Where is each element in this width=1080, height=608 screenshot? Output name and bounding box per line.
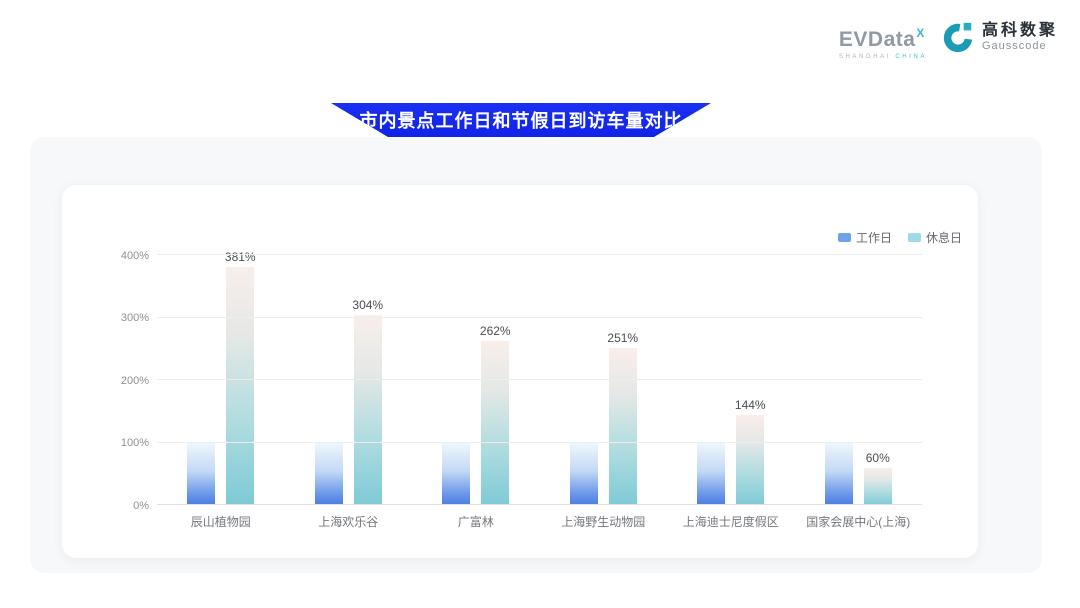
category-label: 辰山植物园 — [157, 513, 285, 530]
workday-bar-1[interactable] — [315, 443, 343, 506]
holiday-bar-3[interactable]: 251% — [609, 348, 637, 505]
legend-label-workday: 工作日 — [856, 229, 892, 246]
bar-group: 251% — [540, 255, 668, 505]
evdata-superscript: X — [916, 26, 924, 40]
workday-bar-0[interactable] — [187, 443, 215, 506]
bar-group: 304% — [285, 255, 413, 505]
holiday-bar-5[interactable]: 60% — [864, 468, 892, 506]
evdata-subtext: SHANGHAI CHINA — [839, 54, 927, 60]
workday-bar-5[interactable] — [825, 443, 853, 506]
y-tick-label: 300% — [121, 312, 149, 324]
bar-group: 144% — [667, 255, 795, 505]
holiday-bar-1[interactable]: 304% — [354, 315, 382, 505]
bar-value-label: 262% — [480, 324, 511, 338]
workday-bar-2[interactable] — [442, 443, 470, 506]
evdata-wordmark: EVData — [839, 28, 916, 51]
workday-bar-3[interactable] — [570, 443, 598, 506]
category-label: 国家会展中心(上海) — [795, 513, 923, 530]
title-banner: 市内景点工作日和节假日到访车量对比 — [331, 103, 711, 137]
legend-label-holiday: 休息日 — [926, 229, 962, 246]
gausscode-cn: 高科数聚 — [982, 22, 1058, 40]
y-tick-label: 100% — [121, 437, 149, 449]
bar-group: 381% — [157, 255, 285, 505]
content-panel: 工作日 休息日 381% 304% 262% 251% 144% 60% 0% 100% 20… — [30, 137, 1042, 573]
holiday-bar-4[interactable]: 144% — [736, 415, 764, 505]
bar-value-label: 60% — [866, 451, 890, 465]
chart-legend: 工作日 休息日 — [838, 229, 962, 246]
bar-group: 60% — [795, 255, 923, 505]
holiday-bar-2[interactable]: 262% — [481, 341, 509, 505]
bar-group: 262% — [412, 255, 540, 505]
bar-value-label: 251% — [607, 331, 638, 345]
category-label: 上海野生动物园 — [540, 513, 668, 530]
category-label: 上海欢乐谷 — [285, 513, 413, 530]
category-label: 上海迪士尼度假区 — [667, 513, 795, 530]
category-label: 广富林 — [412, 513, 540, 530]
page-title: 市内景点工作日和节假日到访车量对比 — [360, 107, 683, 134]
y-gridline — [157, 379, 922, 380]
y-tick-label: 400% — [121, 250, 149, 262]
gausscode-logo: 高科数聚 Gausscode — [941, 20, 1058, 54]
y-gridline — [157, 504, 922, 505]
gausscode-en: Gausscode — [982, 40, 1058, 52]
legend-swatch-workday — [838, 233, 851, 242]
chart-card: 工作日 休息日 381% 304% 262% 251% 144% 60% 0% 100% 20… — [62, 185, 978, 558]
page-root: EVDataX SHANGHAI CHINA 高科数聚 Gausscode 市内… — [0, 0, 1080, 608]
legend-item-workday[interactable]: 工作日 — [838, 229, 892, 246]
y-tick-label: 0% — [133, 500, 149, 512]
y-gridline — [157, 442, 922, 443]
x-axis-labels: 辰山植物园上海欢乐谷广富林上海野生动物园上海迪士尼度假区国家会展中心(上海) — [157, 513, 922, 530]
y-tick-label: 200% — [121, 375, 149, 387]
y-gridline — [157, 254, 922, 255]
bars-row: 381% 304% 262% 251% 144% 60% — [157, 255, 922, 505]
header-logos: EVDataX SHANGHAI CHINA 高科数聚 Gausscode — [839, 20, 1058, 60]
evdata-logo-text: EVDataX — [839, 26, 925, 51]
evdata-logo: EVDataX SHANGHAI CHINA — [839, 20, 927, 60]
legend-swatch-holiday — [908, 233, 921, 242]
plot-area: 381%304%262%251%144%60% 0%100%200%300%40… — [157, 255, 922, 505]
y-gridline — [157, 317, 922, 318]
workday-bar-4[interactable] — [697, 443, 725, 506]
holiday-bar-0[interactable]: 381% — [226, 267, 254, 505]
bar-value-label: 304% — [352, 298, 383, 312]
legend-item-holiday[interactable]: 休息日 — [908, 229, 962, 246]
bar-value-label: 144% — [735, 398, 766, 412]
bar-value-label: 381% — [225, 250, 256, 264]
gausscode-g-icon — [941, 20, 975, 54]
gausscode-text: 高科数聚 Gausscode — [982, 22, 1058, 52]
